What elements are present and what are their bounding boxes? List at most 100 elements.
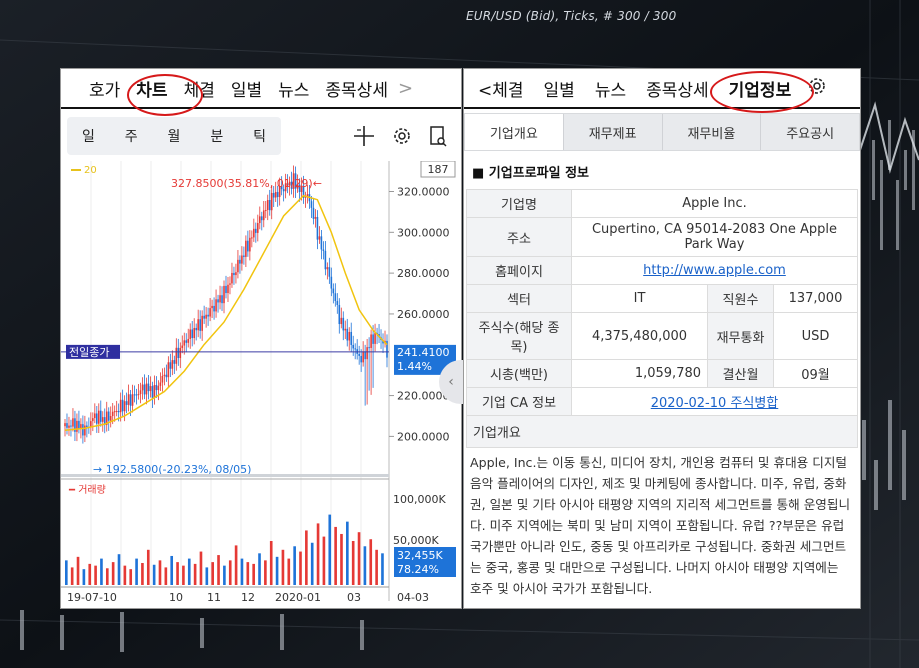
volume-tick-100k: 100,000K xyxy=(393,493,446,506)
candle-body xyxy=(372,334,374,344)
volume-legend: ━ 거래량 xyxy=(68,484,106,496)
period-day[interactable]: 일 xyxy=(82,126,95,146)
candle-body xyxy=(217,299,219,303)
x-tick-label: 04-03 xyxy=(397,591,429,604)
volume-bar xyxy=(182,565,185,585)
candle-body xyxy=(342,317,345,331)
subtab-disclosures[interactable]: 주요공시 xyxy=(761,114,859,150)
period-month[interactable]: 월 xyxy=(168,126,181,146)
tab-stock-detail[interactable]: 종목상세 xyxy=(317,76,396,101)
candle-body xyxy=(145,383,148,395)
candle-body xyxy=(207,314,209,317)
volume-bar xyxy=(193,563,197,585)
candle-body xyxy=(86,425,88,428)
candle-body xyxy=(334,293,337,302)
homepage-link[interactable]: http://www.apple.com xyxy=(643,263,786,278)
subtab-financials[interactable]: 재무제표 xyxy=(564,114,663,150)
homepage-label: 홈페이지 xyxy=(466,256,572,285)
volume-bar xyxy=(176,562,179,585)
candle-body xyxy=(127,394,130,405)
tab-daily[interactable]: 일별 xyxy=(534,76,585,101)
volume-bar xyxy=(111,562,115,585)
candle-body xyxy=(251,237,253,239)
candle-body xyxy=(133,394,136,396)
y-tick-label: 300.0000 xyxy=(397,226,450,239)
tab-trades[interactable]: 체결 xyxy=(176,76,223,101)
price-badge-change: 1.44% xyxy=(397,360,432,373)
volume-bar xyxy=(170,555,174,585)
candle-body xyxy=(221,295,223,304)
candle-body xyxy=(215,299,217,312)
crosshair-icon[interactable] xyxy=(349,121,379,151)
candle-body xyxy=(354,348,356,350)
volume-bar xyxy=(164,567,168,585)
tab-daily[interactable]: 일별 xyxy=(223,76,270,101)
candle-body xyxy=(247,240,249,252)
candle-body xyxy=(243,255,245,257)
volume-bar xyxy=(117,554,121,585)
candle-body xyxy=(183,340,186,346)
tab-hoga[interactable]: 호가 xyxy=(81,76,128,101)
candle-body xyxy=(123,401,126,412)
tab-chart[interactable]: 차트 xyxy=(128,76,175,101)
candle-body xyxy=(157,385,160,391)
candle-body xyxy=(185,340,188,343)
volume-bar xyxy=(369,539,373,585)
tab-news[interactable]: 뉴스 xyxy=(270,76,317,101)
volume-bar xyxy=(152,564,156,585)
gear-icon[interactable] xyxy=(387,121,417,151)
tabs-next-arrow-icon[interactable]: > xyxy=(398,78,413,99)
tab-news[interactable]: 뉴스 xyxy=(585,76,636,101)
candle-body xyxy=(78,420,80,429)
company-profile-table: 기업명 Apple Inc. 주소 Cupertino, CA 95014-20… xyxy=(466,189,859,416)
candle-body xyxy=(213,305,215,312)
tab-trades-prev[interactable]: <체결 xyxy=(468,76,534,101)
candle-body xyxy=(270,192,273,211)
candle-body xyxy=(181,345,184,348)
document-search-icon[interactable] xyxy=(423,121,453,151)
overview-heading: 기업개요 xyxy=(466,416,858,448)
prev-close-label: 전일종가 xyxy=(69,345,109,359)
candle-body xyxy=(163,374,166,376)
candle-body xyxy=(249,237,251,252)
candle-body xyxy=(107,411,110,421)
candle-body xyxy=(264,210,267,212)
candle-body xyxy=(131,394,134,406)
volume-bar xyxy=(76,556,80,585)
volume-bar xyxy=(100,558,103,585)
tab-company-info[interactable]: 기업정보 xyxy=(719,76,802,101)
candle-body xyxy=(209,308,211,317)
volume-bar xyxy=(340,533,343,585)
volume-bar xyxy=(351,541,355,585)
candle-body xyxy=(179,347,182,359)
subtab-ratios[interactable]: 재무비율 xyxy=(663,114,762,150)
candle-body xyxy=(374,332,376,344)
price-chart[interactable]: 320.0000300.0000280.0000260.0000220.0000… xyxy=(61,161,461,607)
y-tick-label: 280.0000 xyxy=(397,267,450,280)
subtab-overview[interactable]: 기업개요 xyxy=(465,114,564,150)
candle-body xyxy=(76,420,78,432)
gear-icon[interactable] xyxy=(807,76,827,101)
candle-body xyxy=(84,425,86,436)
candle-body xyxy=(310,201,313,208)
volume-bar xyxy=(246,562,250,585)
period-minute[interactable]: 분 xyxy=(210,126,223,146)
volume-bar xyxy=(381,553,384,585)
period-week[interactable]: 주 xyxy=(125,126,138,146)
candle-body xyxy=(189,329,192,339)
company-name: Apple Inc. xyxy=(571,189,858,218)
period-tick[interactable]: 틱 xyxy=(253,126,266,146)
candle-body xyxy=(241,255,243,264)
volume-bar xyxy=(211,562,214,585)
volume-bar xyxy=(146,549,150,585)
volume-bar xyxy=(334,526,337,585)
fiscal-label: 결산월 xyxy=(707,359,774,388)
volume-bar xyxy=(65,560,68,585)
candle-body xyxy=(147,383,150,392)
period-selector: 일 주 월 분 틱 xyxy=(67,117,281,155)
candle-body xyxy=(82,424,84,436)
ca-link[interactable]: 2020-02-10 주식병합 xyxy=(651,396,779,411)
candle-body xyxy=(171,360,174,369)
candle-body xyxy=(161,375,164,383)
tab-stock-detail[interactable]: 종목상세 xyxy=(636,76,719,101)
